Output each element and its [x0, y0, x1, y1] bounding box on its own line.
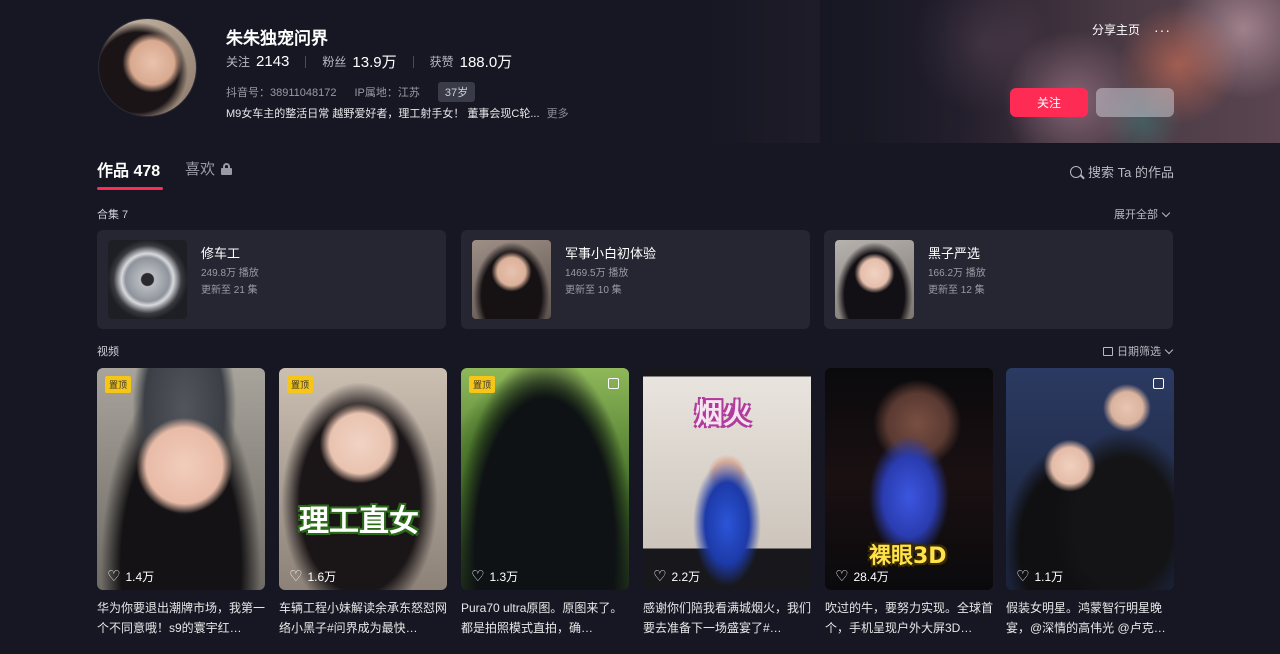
- video-title[interactable]: 假装女明星。鸿蒙智行明星晚宴，@深情的高伟光 @卢克…: [1006, 598, 1174, 638]
- expand-all-label[interactable]: 展开全部: [1114, 206, 1158, 222]
- tab-likes[interactable]: 喜欢: [185, 158, 233, 179]
- search-works[interactable]: 搜索 Ta 的作品: [1070, 162, 1174, 181]
- heart-icon: ♡: [289, 568, 303, 585]
- collection-update: 更新至 12 集: [928, 285, 985, 296]
- video-title[interactable]: 感谢你们陪我看满城烟火，我们要去准备下一场盛宴了#…: [643, 598, 811, 638]
- heart-icon: ♡: [653, 568, 667, 585]
- like-count: 1.6万: [307, 570, 337, 584]
- video-likes: ♡ 2.2万: [653, 568, 700, 585]
- search-works-label[interactable]: 搜索 Ta 的作品: [1088, 162, 1174, 181]
- collection-card[interactable]: 黑子严选 166.2万 播放 更新至 12 集: [824, 230, 1173, 329]
- video-likes: ♡ 1.4万: [107, 568, 154, 585]
- douyin-id: 抖音号：38911048172: [226, 87, 337, 99]
- tab-likes-label[interactable]: 喜欢: [185, 158, 215, 179]
- profile-stats: 关注 2143 粉丝 13.9万 获赞 188.0万: [226, 51, 512, 72]
- video-thumbnail[interactable]: 烟火 ♡ 2.2万: [643, 368, 811, 590]
- profile-meta: 抖音号：38911048172 IP属地：江苏 37岁: [226, 82, 493, 102]
- share-profile[interactable]: 分享主页 ···: [1092, 21, 1171, 38]
- video-thumbnail[interactable]: 置顶 ♡ 1.3万: [461, 368, 629, 590]
- collection-update: 更新至 10 集: [565, 285, 622, 296]
- collection-title: 军事小白初体验: [565, 246, 657, 261]
- lock-icon: [221, 162, 233, 175]
- bio-more-link[interactable]: 更多: [547, 108, 569, 120]
- pinned-badge: 置顶: [287, 376, 314, 393]
- divider: [305, 55, 307, 68]
- divider: [412, 55, 414, 68]
- collection-title: 黑子严选: [928, 246, 981, 261]
- video-overlay-text: 理工直女: [299, 504, 419, 539]
- like-count: 1.4万: [125, 570, 155, 584]
- heart-icon: ♡: [107, 568, 121, 585]
- video-thumbnail[interactable]: 置顶 理工直女 ♡ 1.6万: [279, 368, 447, 590]
- collection-update: 更新至 21 集: [201, 285, 258, 296]
- likes-count: 188.0万: [459, 54, 513, 71]
- search-icon[interactable]: [1070, 165, 1082, 178]
- video-overlay-text: 裸眼3D: [869, 544, 947, 569]
- video-card[interactable]: 裸眼3D ♡ 28.4万 吹过的牛，要努力实现。全球首个，手机呈现户外大屏3D…: [825, 368, 993, 638]
- date-filter[interactable]: 日期筛选: [1103, 343, 1174, 359]
- heart-icon: ♡: [471, 568, 485, 585]
- chevron-down-icon: [1161, 208, 1171, 217]
- likes-label: 获赞: [429, 55, 454, 69]
- video-thumbnail[interactable]: ♡ 1.1万: [1006, 368, 1174, 590]
- like-count: 1.3万: [489, 570, 519, 584]
- tab-works[interactable]: 作品 478: [97, 157, 160, 181]
- heart-icon: ♡: [1016, 568, 1030, 585]
- collection-title: 修车工: [201, 246, 241, 261]
- profile-name: 朱朱独宠问界: [226, 29, 328, 48]
- more-options-icon[interactable]: ···: [1154, 22, 1171, 38]
- avatar[interactable]: [98, 18, 197, 117]
- video-likes: ♡ 1.3万: [471, 568, 518, 585]
- profile-bio: M9女车主的整活日常 越野爱好者，理工射手女！ 董事会现C轮... 更多: [226, 105, 569, 121]
- collection-card[interactable]: 军事小白初体验 1469.5万 播放 更新至 10 集: [461, 230, 810, 329]
- video-likes: ♡ 1.6万: [289, 568, 336, 585]
- ip-location: IP属地：江苏: [354, 87, 420, 99]
- expand-all[interactable]: 展开全部: [1114, 206, 1171, 222]
- bio-text: M9女车主的整活日常 越野爱好者，理工射手女！ 董事会现C轮...: [226, 108, 540, 120]
- video-title[interactable]: 华为你要退出潮牌市场，我第一个不同意哦！s9的寰宇红…: [97, 598, 265, 638]
- follow-button[interactable]: 关注: [1010, 88, 1088, 117]
- pinned-badge: 置顶: [469, 376, 496, 393]
- collections-label: 合集 7: [97, 209, 129, 221]
- pinned-badge: 置顶: [105, 376, 132, 393]
- video-likes: ♡ 28.4万: [835, 568, 889, 585]
- followers-count[interactable]: 13.9万: [352, 51, 396, 72]
- collection-thumbnail: [472, 240, 551, 319]
- video-card[interactable]: 烟火 ♡ 2.2万 感谢你们陪我看满城烟火，我们要去准备下一场盛宴了#…: [643, 368, 811, 638]
- collection-plays: 249.8万 播放: [201, 268, 259, 279]
- video-thumbnail[interactable]: 置顶 ♡ 1.4万: [97, 368, 265, 590]
- video-overlay-text: 烟火: [695, 397, 752, 430]
- share-profile-label[interactable]: 分享主页: [1092, 21, 1140, 38]
- like-count: 2.2万: [671, 570, 701, 584]
- followers-label: 粉丝: [322, 55, 347, 69]
- following-label: 关注: [226, 55, 251, 69]
- video-thumbnail[interactable]: 裸眼3D ♡ 28.4万: [825, 368, 993, 590]
- collection-plays: 1469.5万 播放: [565, 268, 629, 279]
- active-tab-indicator: [97, 187, 163, 190]
- video-card[interactable]: 置顶 理工直女 ♡ 1.6万 车辆工程小妹解读余承东怒怼网络小黑子#问界成为最快…: [279, 368, 447, 638]
- video-card[interactable]: ♡ 1.1万 假装女明星。鸿蒙智行明星晚宴，@深情的高伟光 @卢克…: [1006, 368, 1174, 638]
- following-count[interactable]: 2143: [256, 53, 289, 70]
- date-filter-label[interactable]: 日期筛选: [1117, 343, 1161, 359]
- calendar-icon: [1103, 346, 1113, 356]
- video-title[interactable]: 车辆工程小妹解读余承东怒怼网络小黑子#问界成为最快…: [279, 598, 447, 638]
- like-count: 28.4万: [853, 570, 889, 584]
- chevron-down-icon: [1164, 345, 1174, 354]
- multi-image-icon: [608, 378, 619, 389]
- collection-thumbnail: [835, 240, 914, 319]
- heart-icon: ♡: [835, 568, 849, 585]
- videos-label: 视频: [97, 346, 119, 358]
- collection-plays: 166.2万 播放: [928, 268, 986, 279]
- video-card[interactable]: 置顶 ♡ 1.3万 Pura70 ultra原图。原图来了。都是拍照模式直拍，确…: [461, 368, 629, 638]
- age-badge: 37岁: [437, 82, 476, 102]
- video-card[interactable]: 置顶 ♡ 1.4万 华为你要退出潮牌市场，我第一个不同意哦！s9的寰宇红…: [97, 368, 265, 638]
- video-likes: ♡ 1.1万: [1016, 568, 1063, 585]
- message-button[interactable]: [1096, 88, 1174, 117]
- like-count: 1.1万: [1034, 570, 1064, 584]
- video-title[interactable]: Pura70 ultra原图。原图来了。都是拍照模式直拍，确…: [461, 598, 629, 638]
- video-title[interactable]: 吹过的牛，要努力实现。全球首个，手机呈现户外大屏3D…: [825, 598, 993, 638]
- multi-image-icon: [1153, 378, 1164, 389]
- collection-card[interactable]: 修车工 249.8万 播放 更新至 21 集: [97, 230, 446, 329]
- collection-thumbnail: [108, 240, 187, 319]
